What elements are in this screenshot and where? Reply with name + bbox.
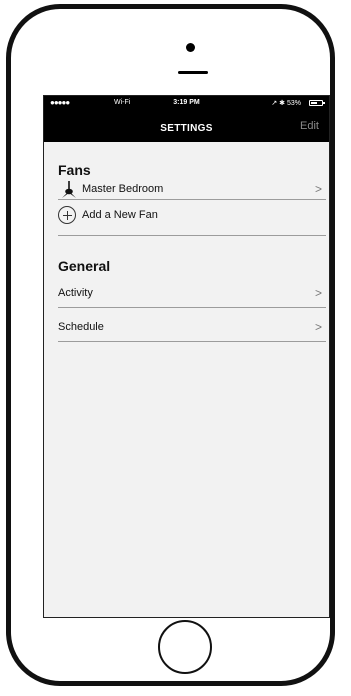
activity-label: Activity	[58, 287, 93, 299]
chevron-right-icon: >	[314, 320, 322, 334]
battery-icon	[309, 100, 325, 106]
schedule-label: Schedule	[58, 321, 104, 333]
speaker-grille	[178, 71, 208, 74]
status-bar: ●●●●● Wi-Fi 3:19 PM ↗ ✱ 53% SETTINGS Edi…	[44, 96, 329, 142]
fan-row-master-bedroom[interactable]: Master Bedroom >	[58, 180, 326, 200]
page-title: SETTINGS	[160, 123, 213, 134]
add-fan-label: Add a New Fan	[82, 209, 158, 221]
fan-name: Master Bedroom	[82, 183, 164, 195]
status-right: ↗ ✱ 53%	[271, 100, 301, 107]
camera-icon	[186, 43, 195, 52]
add-icon	[58, 206, 76, 224]
chevron-right-icon: >	[314, 182, 322, 196]
chevron-right-icon: >	[314, 286, 322, 300]
home-button[interactable]	[158, 620, 212, 674]
add-fan-row[interactable]: Add a New Fan	[58, 206, 326, 236]
activity-row[interactable]: Activity >	[58, 284, 326, 308]
fans-section-header: Fans	[58, 162, 91, 178]
schedule-row[interactable]: Schedule >	[58, 318, 326, 342]
edit-button[interactable]: Edit	[300, 120, 319, 132]
status-row: ●●●●● Wi-Fi 3:19 PM ↗ ✱ 53%	[44, 98, 329, 109]
fan-icon	[62, 181, 76, 198]
phone-frame: ●●●●● Wi-Fi 3:19 PM ↗ ✱ 53% SETTINGS Edi…	[6, 4, 335, 686]
app-screen: ●●●●● Wi-Fi 3:19 PM ↗ ✱ 53% SETTINGS Edi…	[43, 95, 330, 618]
general-section-header: General	[58, 258, 111, 274]
